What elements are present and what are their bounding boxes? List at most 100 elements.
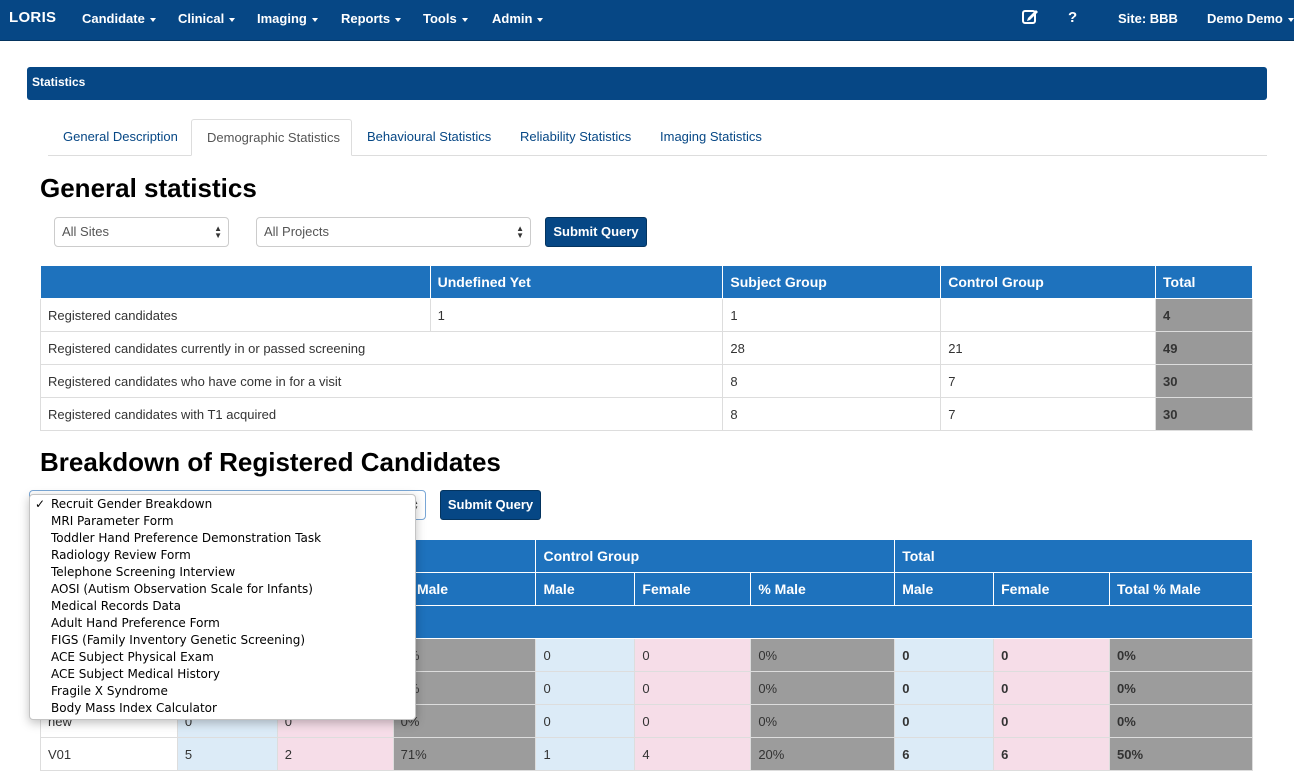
menu-admin[interactable]: Admin xyxy=(492,11,544,26)
project-select[interactable]: All Projects ▲ ▼ xyxy=(256,217,531,247)
menu-imaging[interactable]: Imaging xyxy=(257,11,318,26)
total-cell: 4 xyxy=(1155,298,1253,332)
dropdown-option[interactable]: ✓ Recruit Gender Breakdown xyxy=(30,497,415,514)
general-submit-button[interactable]: Submit Query xyxy=(545,217,647,247)
control-pct-cell: 20% xyxy=(750,737,896,771)
table-header: Total xyxy=(1155,265,1253,299)
menu-reports[interactable]: Reports xyxy=(341,11,402,26)
dropdown-option[interactable]: Radiology Review Form xyxy=(30,548,415,565)
dropdown-option[interactable]: Toddler Hand Preference Demonstration Ta… xyxy=(30,531,415,548)
subject-cell: 1 xyxy=(722,298,942,332)
control-pct-cell: 0% xyxy=(750,671,896,705)
caret-down-icon xyxy=(537,17,544,22)
tab-general-description[interactable]: General Description xyxy=(48,119,193,156)
updown-arrows-icon: ▲▼ xyxy=(516,224,524,240)
dropdown-option[interactable]: Adult Hand Preference Form xyxy=(30,616,415,633)
row-label: Registered candidates xyxy=(40,298,431,332)
control-cell xyxy=(940,298,1157,332)
menu-candidate[interactable]: Candidate xyxy=(82,11,156,26)
total-cell: 49 xyxy=(1155,331,1253,365)
total-pct-cell: 0% xyxy=(1109,638,1253,672)
total-header: Total xyxy=(894,539,1253,573)
table-header: Control Group xyxy=(940,265,1157,299)
brand-logo[interactable]: LORIS xyxy=(9,9,56,26)
help-icon[interactable]: ? xyxy=(1068,9,1077,26)
tab-imaging-statistics[interactable]: Imaging Statistics xyxy=(645,119,777,156)
caret-down-icon xyxy=(1287,17,1294,22)
dropdown-option[interactable]: Fragile X Syndrome xyxy=(30,684,415,701)
row-label: Registered candidates currently in or pa… xyxy=(39,331,724,365)
total-male-cell: 0 xyxy=(894,638,995,672)
control-female-cell: 4 xyxy=(634,737,752,771)
subject-pct-cell: 71% xyxy=(392,737,537,771)
updown-arrows-icon: ▲▼ xyxy=(214,224,222,240)
tab-reliability-statistics[interactable]: Reliability Statistics xyxy=(505,119,646,156)
caret-down-icon xyxy=(311,17,318,22)
caret-down-icon xyxy=(461,17,468,22)
menu-tools[interactable]: Tools xyxy=(423,11,468,26)
control-pct-cell: 0% xyxy=(750,638,896,672)
total-pct-cell: 0% xyxy=(1109,704,1253,738)
statistics-panel-header: Statistics xyxy=(27,67,1267,100)
control-cell: 7 xyxy=(940,397,1157,431)
edit-icon-svg xyxy=(1022,10,1038,24)
control-male-cell: 1 xyxy=(535,737,636,771)
subject-cell: 8 xyxy=(722,397,942,431)
breakdown-submit-button[interactable]: Submit Query xyxy=(440,490,541,520)
dropdown-option[interactable]: ACE Subject Physical Exam xyxy=(30,650,415,667)
row-label: Registered candidates who have come in f… xyxy=(39,364,724,398)
dropdown-option[interactable]: MRI Parameter Form xyxy=(30,514,415,531)
control-male-cell: 0 xyxy=(535,671,636,705)
subject-female-cell: 2 xyxy=(276,737,394,771)
control-male-header: Male xyxy=(535,572,636,606)
menu-clinical[interactable]: Clinical xyxy=(178,11,236,26)
table-row: Registered candidates who have come in f… xyxy=(39,364,1253,398)
visit-label: V01 xyxy=(40,737,178,771)
control-pct-cell: 0% xyxy=(750,704,896,738)
dropdown-option[interactable]: FIGS (Family Inventory Genetic Screening… xyxy=(30,633,415,650)
total-male-cell: 6 xyxy=(894,737,995,771)
subject-cell: 28 xyxy=(722,331,942,365)
control-female-header: Female xyxy=(634,572,752,606)
control-male-cell: 0 xyxy=(535,638,636,672)
general-statistics-table: Undefined Yet Subject Group Control Grou… xyxy=(39,265,1253,431)
dropdown-option[interactable]: AOSI (Autism Observation Scale for Infan… xyxy=(30,582,415,599)
total-pct-male-header: Total % Male xyxy=(1109,572,1253,606)
caret-down-icon xyxy=(229,17,236,22)
user-menu[interactable]: Demo Demo xyxy=(1207,11,1294,26)
table-header: Undefined Yet xyxy=(429,265,724,299)
caret-down-icon xyxy=(149,17,156,22)
dropdown-option[interactable]: Body Mass Index Calculator xyxy=(30,701,415,718)
checkmark-icon: ✓ xyxy=(35,497,46,511)
breakdown-heading: Breakdown of Registered Candidates xyxy=(40,447,501,477)
tab-behavioural-statistics[interactable]: Behavioural Statistics xyxy=(352,119,506,156)
top-navbar: LORIS Candidate Clinical Imaging Reports… xyxy=(0,0,1294,41)
tab-demographic-statistics[interactable]: Demographic Statistics xyxy=(191,119,352,156)
total-female-cell: 0 xyxy=(993,704,1111,738)
control-male-cell: 0 xyxy=(535,704,636,738)
dropdown-option[interactable]: ACE Subject Medical History xyxy=(30,667,415,684)
control-female-cell: 0 xyxy=(634,671,752,705)
control-group-header: Control Group xyxy=(535,539,896,573)
panel-title: Statistics xyxy=(32,75,86,89)
dropdown-option[interactable]: Medical Records Data xyxy=(30,599,415,616)
control-female-cell: 0 xyxy=(634,638,752,672)
total-female-header: Female xyxy=(993,572,1111,606)
control-female-cell: 0 xyxy=(634,704,752,738)
total-male-cell: 0 xyxy=(894,704,995,738)
dropdown-option[interactable]: Telephone Screening Interview xyxy=(30,565,415,582)
table-header: Subject Group xyxy=(722,265,942,299)
table-row: Registered candidates 1 1 4 xyxy=(40,298,1253,332)
total-cell: 30 xyxy=(1155,397,1253,431)
site-label: Site: BBB xyxy=(1118,11,1178,26)
total-male-header: Male xyxy=(894,572,995,606)
total-male-cell: 0 xyxy=(894,671,995,705)
total-cell: 30 xyxy=(1155,364,1253,398)
caret-down-icon xyxy=(395,17,402,22)
site-select[interactable]: All Sites ▲ ▼ xyxy=(54,217,229,247)
control-cell: 7 xyxy=(940,364,1157,398)
total-female-cell: 0 xyxy=(993,671,1111,705)
table-header xyxy=(40,265,431,299)
edit-icon[interactable] xyxy=(1021,8,1039,31)
total-female-cell: 6 xyxy=(993,737,1111,771)
